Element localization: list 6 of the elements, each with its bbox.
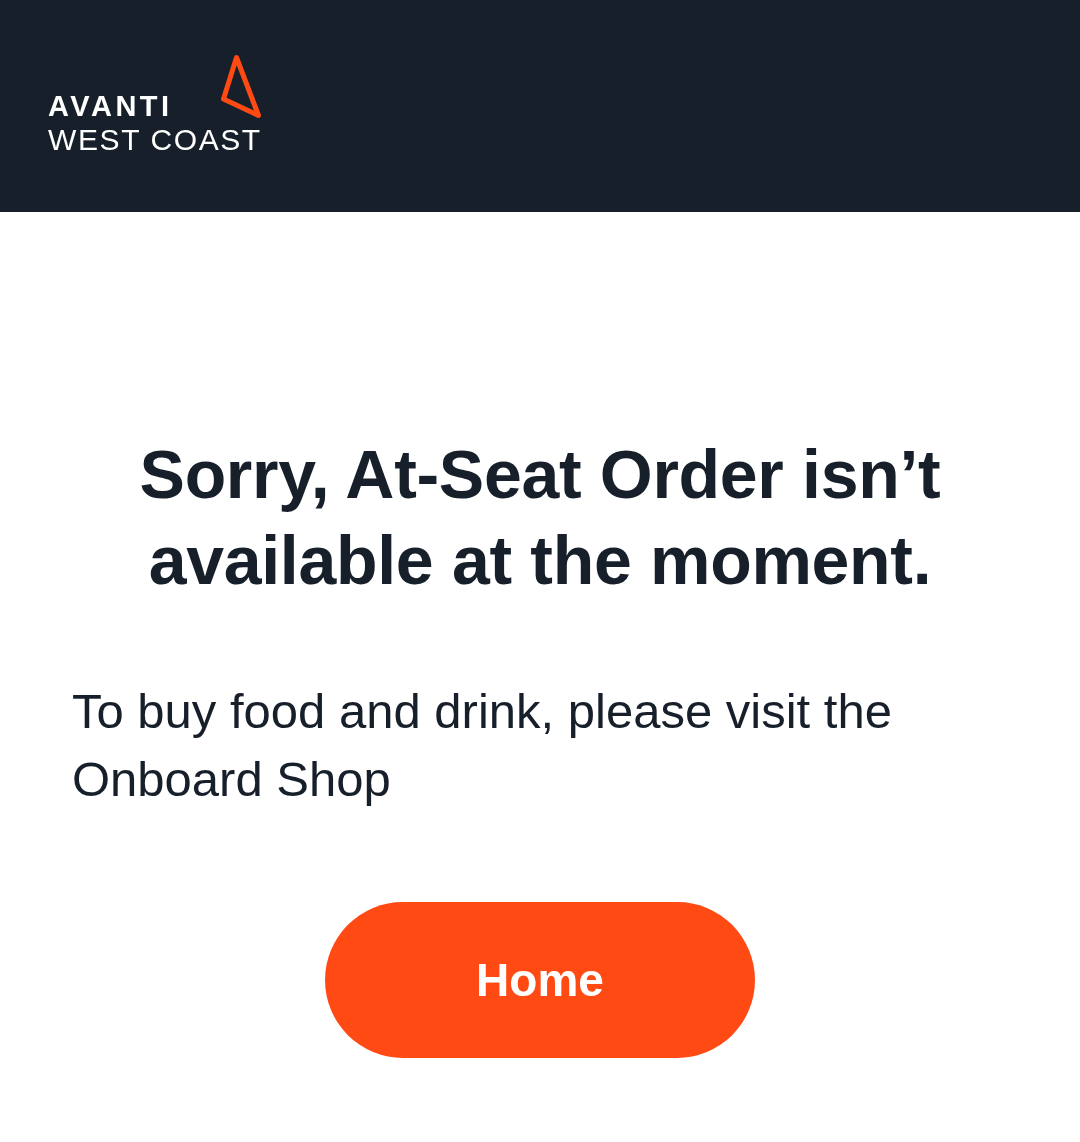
triangle-icon <box>219 54 262 119</box>
info-text: To buy food and drink, please visit the Onboard Shop <box>72 683 893 808</box>
home-button[interactable]: Home <box>325 902 755 1058</box>
logo-name: AVANTI <box>48 93 173 119</box>
error-heading: Sorry, At-Seat Order isn’t available at the moment. <box>138 435 942 600</box>
logo-tagline: WEST COAST <box>48 123 262 157</box>
